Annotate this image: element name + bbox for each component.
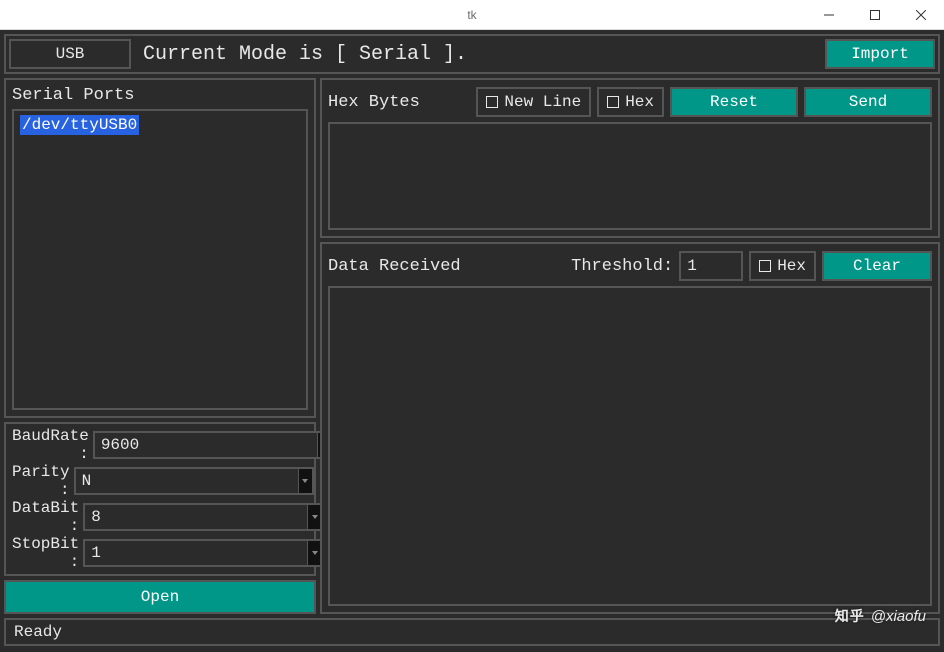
right-column: Hex Bytes New Line Hex Reset Send	[320, 78, 940, 614]
app-root: USB Current Mode is [ Serial ]. Import S…	[0, 30, 944, 652]
open-button[interactable]: Open	[4, 580, 316, 614]
newline-checkbox[interactable]: New Line	[476, 87, 591, 117]
import-button[interactable]: Import	[825, 39, 935, 69]
window-maximize-button[interactable]	[852, 0, 898, 30]
threshold-label: Threshold:	[571, 257, 673, 276]
parity-combo[interactable]	[74, 467, 314, 495]
usb-button[interactable]: USB	[9, 39, 131, 69]
newline-label: New Line	[504, 93, 581, 111]
stopbit-combo[interactable]	[83, 539, 323, 567]
window-controls	[806, 0, 944, 30]
parity-input[interactable]	[76, 469, 298, 493]
window-close-button[interactable]	[898, 0, 944, 30]
data-received-panel: Data Received Threshold: Hex Clear	[320, 242, 940, 614]
hex-label: Hex	[625, 93, 654, 111]
hex-bytes-panel: Hex Bytes New Line Hex Reset Send	[320, 78, 940, 238]
serial-ports-panel: Serial Ports /dev/ttyUSB0	[4, 78, 316, 418]
window-titlebar: tk	[0, 0, 944, 30]
minimize-icon	[824, 10, 834, 20]
databit-combo[interactable]	[83, 503, 323, 531]
threshold-input[interactable]	[679, 251, 743, 281]
left-column: Serial Ports /dev/ttyUSB0 BaudRate :	[4, 78, 316, 614]
hex-checkbox[interactable]: Hex	[597, 87, 664, 117]
status-text: Ready	[14, 623, 62, 641]
window-minimize-button[interactable]	[806, 0, 852, 30]
stopbit-row: StopBit :	[12, 538, 308, 568]
serial-settings-panel: BaudRate : Parity :	[4, 422, 316, 576]
window-title: tk	[467, 8, 476, 22]
hex-bytes-title: Hex Bytes	[328, 93, 420, 112]
baudrate-label: BaudRate :	[12, 427, 89, 463]
status-bar: Ready	[4, 618, 940, 646]
hex-bytes-textarea[interactable]	[328, 122, 932, 230]
close-icon	[916, 10, 926, 20]
checkbox-icon	[759, 260, 771, 272]
mode-text: Current Mode is [ Serial ].	[137, 43, 819, 66]
topbar: USB Current Mode is [ Serial ]. Import	[4, 34, 940, 74]
chevron-down-icon[interactable]	[298, 469, 312, 493]
serial-ports-title: Serial Ports	[12, 86, 308, 105]
data-hex-checkbox[interactable]: Hex	[749, 251, 816, 281]
baudrate-row: BaudRate :	[12, 430, 308, 460]
maximize-icon	[870, 10, 880, 20]
baudrate-combo[interactable]	[93, 431, 333, 459]
databit-row: DataBit :	[12, 502, 308, 532]
stopbit-label: StopBit :	[12, 535, 79, 571]
data-received-title: Data Received	[328, 257, 461, 276]
databit-input[interactable]	[85, 505, 307, 529]
reset-button[interactable]: Reset	[670, 87, 798, 117]
serial-ports-list[interactable]: /dev/ttyUSB0	[12, 109, 308, 410]
data-hex-label: Hex	[777, 257, 806, 275]
clear-button[interactable]: Clear	[822, 251, 932, 281]
checkbox-icon	[486, 96, 498, 108]
send-button[interactable]: Send	[804, 87, 932, 117]
serial-port-item[interactable]: /dev/ttyUSB0	[20, 115, 139, 135]
body: Serial Ports /dev/ttyUSB0 BaudRate :	[4, 78, 940, 614]
baudrate-input[interactable]	[95, 433, 317, 457]
data-received-textarea[interactable]	[328, 286, 932, 606]
stopbit-input[interactable]	[85, 541, 307, 565]
parity-row: Parity :	[12, 466, 308, 496]
databit-label: DataBit :	[12, 499, 79, 535]
parity-label: Parity :	[12, 463, 70, 499]
checkbox-icon	[607, 96, 619, 108]
